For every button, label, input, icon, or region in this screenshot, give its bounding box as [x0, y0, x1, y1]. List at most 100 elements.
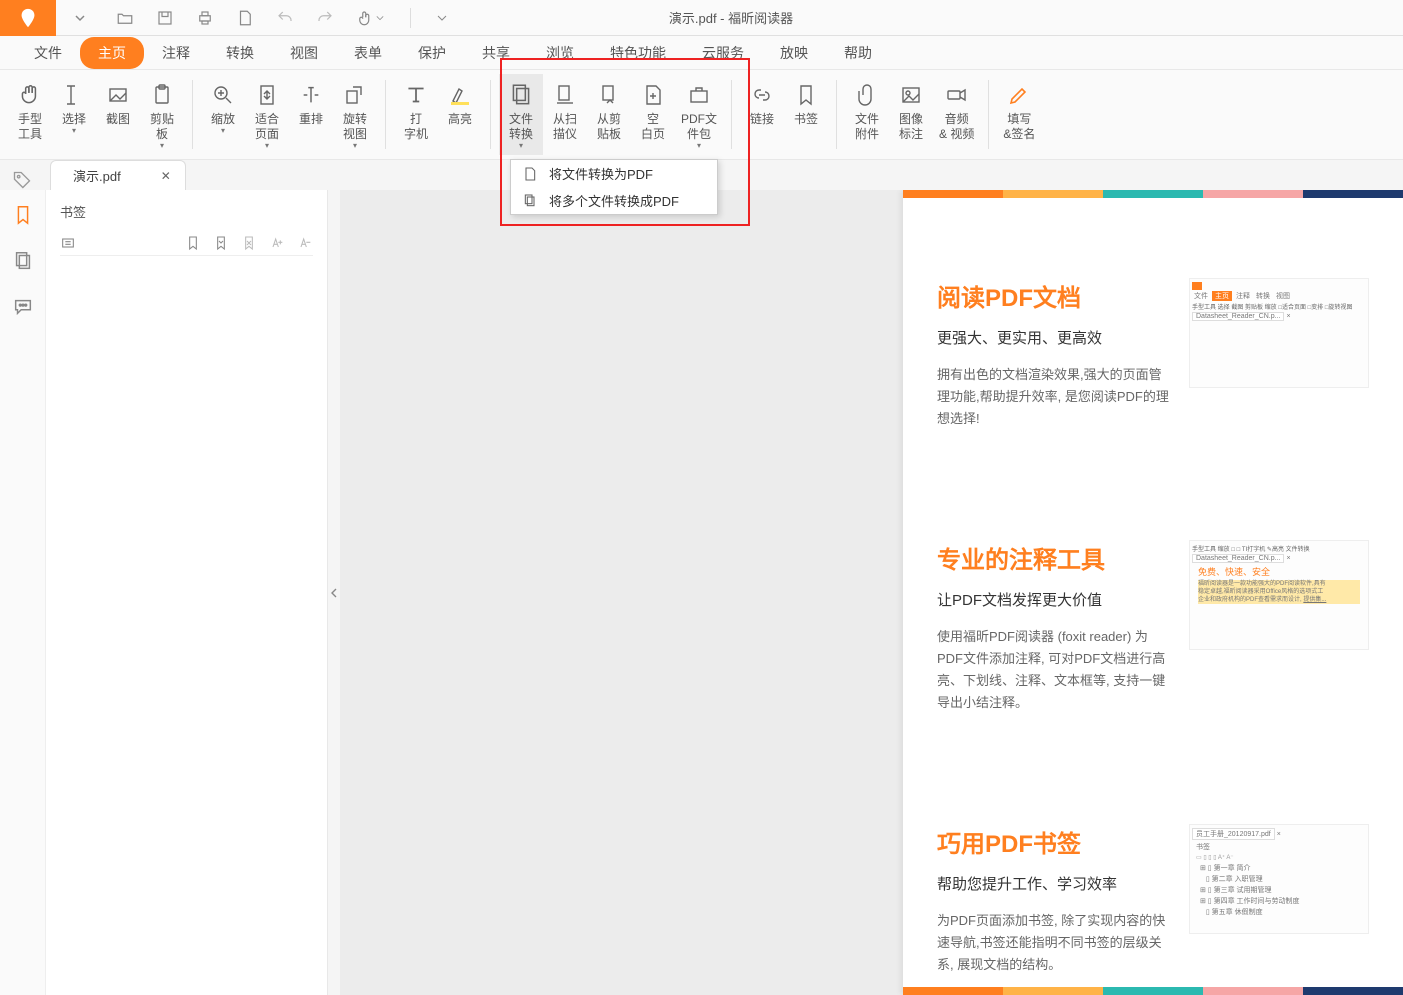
- section-thumbnail: 文件 主页 注释 转换 视图 手型工具 选择 截图 剪贴板 缩放 □适合页面 □…: [1189, 278, 1369, 388]
- menu-help[interactable]: 帮助: [826, 37, 890, 69]
- panel-collapse-handle[interactable]: [328, 190, 340, 995]
- bookmark-icon: [794, 78, 818, 112]
- select-icon: [62, 78, 86, 112]
- blank-page-icon: [641, 78, 665, 112]
- goto-bookmark-icon[interactable]: [213, 235, 229, 251]
- video-icon: [945, 78, 969, 112]
- save-icon[interactable]: [156, 9, 174, 27]
- menu-cloud[interactable]: 云服务: [684, 37, 762, 69]
- paperclip-icon: [855, 78, 879, 112]
- pdf-page: 阅读PDF文档 更强大、更实用、更高效 拥有出色的文档渲染效果,强大的页面管理功…: [903, 190, 1403, 995]
- chevron-down-icon: ▾: [353, 141, 357, 150]
- undo-icon[interactable]: [276, 9, 294, 27]
- font-decrease-icon[interactable]: [297, 235, 313, 251]
- comments-rail-icon[interactable]: [12, 296, 34, 318]
- redo-icon[interactable]: [316, 9, 334, 27]
- document-tab[interactable]: 演示.pdf ✕: [50, 160, 186, 190]
- files-icon: [508, 78, 534, 112]
- qat-separator: [410, 8, 411, 28]
- fill-sign-button[interactable]: 填写 &签名: [997, 74, 1041, 155]
- section-title: 阅读PDF文档: [937, 278, 1169, 313]
- bookmarks-toolbar: [60, 231, 313, 256]
- app-menu-chevron[interactable]: [56, 0, 104, 36]
- from-clipboard-button[interactable]: 从剪 贴板: [587, 74, 631, 155]
- select-button[interactable]: 选择 ▾: [52, 74, 96, 155]
- from-scanner-button[interactable]: 从扫 描仪: [543, 74, 587, 155]
- image-annotation-button[interactable]: 图像 标注: [889, 74, 933, 155]
- expand-all-icon[interactable]: [60, 235, 76, 251]
- highlight-button[interactable]: 高亮: [438, 74, 482, 155]
- pdf-package-button[interactable]: PDF文 件包 ▾: [675, 74, 723, 155]
- rotate-view-button[interactable]: 旋转 视图 ▾: [333, 74, 377, 155]
- reflow-icon: [300, 78, 322, 112]
- convert-file-to-pdf-item[interactable]: 将文件转换为PDF: [511, 160, 717, 187]
- snapshot-button[interactable]: 截图: [96, 74, 140, 155]
- file-convert-button[interactable]: 文件 转换 ▾: [499, 74, 543, 155]
- ribbon-separator: [731, 80, 732, 149]
- section-subtitle: 帮助您提升工作、学习效率: [937, 873, 1169, 894]
- snapshot-icon: [106, 78, 130, 112]
- section-title: 专业的注释工具: [937, 540, 1169, 575]
- section-title: 巧用PDF书签: [937, 824, 1169, 859]
- menu-view[interactable]: 视图: [272, 37, 336, 69]
- tag-icon[interactable]: [12, 170, 32, 190]
- from-clipboard-icon: [597, 78, 621, 112]
- typewriter-button[interactable]: 打 字机: [394, 74, 438, 155]
- image-icon: [899, 78, 923, 112]
- bookmarks-title: 书签: [60, 202, 313, 221]
- section-thumbnail: 员工手册_20120917.pdf× 书签 ▭ ▯ ▯ ▯ A⁺ A⁻ ⊞ ▯ …: [1189, 824, 1369, 934]
- convert-multiple-files-item[interactable]: 将多个文件转换成PDF: [511, 187, 717, 214]
- qat-customize-chevron[interactable]: [437, 13, 447, 23]
- file-attachment-button[interactable]: 文件 附件: [845, 74, 889, 155]
- hand-tool-button[interactable]: 手型 工具: [8, 74, 52, 155]
- link-button[interactable]: 链接: [740, 74, 784, 155]
- menu-form[interactable]: 表单: [336, 37, 400, 69]
- tab-label: 演示.pdf: [73, 166, 121, 185]
- ribbon-separator: [192, 80, 193, 149]
- touch-mode-icon[interactable]: [356, 9, 384, 27]
- audio-video-button[interactable]: 音频 & 视频: [933, 74, 980, 155]
- section-body: 为PDF页面添加书签, 除了实现内容的快速导航,书签还能指明不同书签的层级关系,…: [937, 910, 1169, 976]
- pencil-icon: [1007, 78, 1031, 112]
- clipboard-button[interactable]: 剪贴 板 ▾: [140, 74, 184, 155]
- open-icon[interactable]: [116, 9, 134, 27]
- menu-features[interactable]: 特色功能: [592, 37, 684, 69]
- menu-protect[interactable]: 保护: [400, 37, 464, 69]
- menu-present[interactable]: 放映: [762, 37, 826, 69]
- menubar: 文件 主页 注释 转换 视图 表单 保护 共享 浏览 特色功能 云服务 放映 帮…: [0, 36, 1403, 70]
- files-icon: [521, 193, 539, 209]
- reflow-button[interactable]: 重排: [289, 74, 333, 155]
- ribbon-separator: [385, 80, 386, 149]
- link-icon: [750, 78, 774, 112]
- menu-share[interactable]: 共享: [464, 37, 528, 69]
- fit-page-button[interactable]: 适合 页面 ▾: [245, 74, 289, 155]
- bookmarks-rail-icon[interactable]: [12, 204, 34, 226]
- print-icon[interactable]: [196, 9, 214, 27]
- chevron-down-icon: ▾: [519, 141, 523, 150]
- bookmark-button[interactable]: 书签: [784, 74, 828, 155]
- hand-icon: [17, 78, 43, 112]
- zoom-button[interactable]: 缩放 ▾: [201, 74, 245, 155]
- zoom-icon: [211, 78, 235, 112]
- document-viewport[interactable]: 阅读PDF文档 更强大、更实用、更高效 拥有出色的文档渲染效果,强大的页面管理功…: [340, 190, 1403, 995]
- new-doc-icon[interactable]: [236, 9, 254, 27]
- font-increase-icon[interactable]: [269, 235, 285, 251]
- chevron-down-icon: ▾: [72, 126, 76, 135]
- add-bookmark-icon[interactable]: [185, 235, 201, 251]
- blank-page-button[interactable]: 空 白页: [631, 74, 675, 155]
- page-section-2: 专业的注释工具 让PDF文档发挥更大价值 使用福昕PDF阅读器 (foxit r…: [937, 540, 1369, 714]
- menu-browse[interactable]: 浏览: [528, 37, 592, 69]
- menu-file[interactable]: 文件: [16, 37, 80, 69]
- delete-bookmark-icon[interactable]: [241, 235, 257, 251]
- close-icon[interactable]: ✕: [161, 169, 171, 183]
- app-logo[interactable]: [0, 0, 56, 36]
- window-title: 演示.pdf - 福昕阅读器: [459, 8, 1003, 27]
- menu-convert[interactable]: 转换: [208, 37, 272, 69]
- menu-annotate[interactable]: 注释: [144, 37, 208, 69]
- menu-home[interactable]: 主页: [80, 37, 144, 69]
- pages-rail-icon[interactable]: [12, 250, 34, 272]
- scanner-icon: [553, 78, 577, 112]
- bookmarks-panel: 书签: [46, 190, 328, 995]
- typewriter-icon: [403, 78, 429, 112]
- fit-page-icon: [255, 78, 279, 112]
